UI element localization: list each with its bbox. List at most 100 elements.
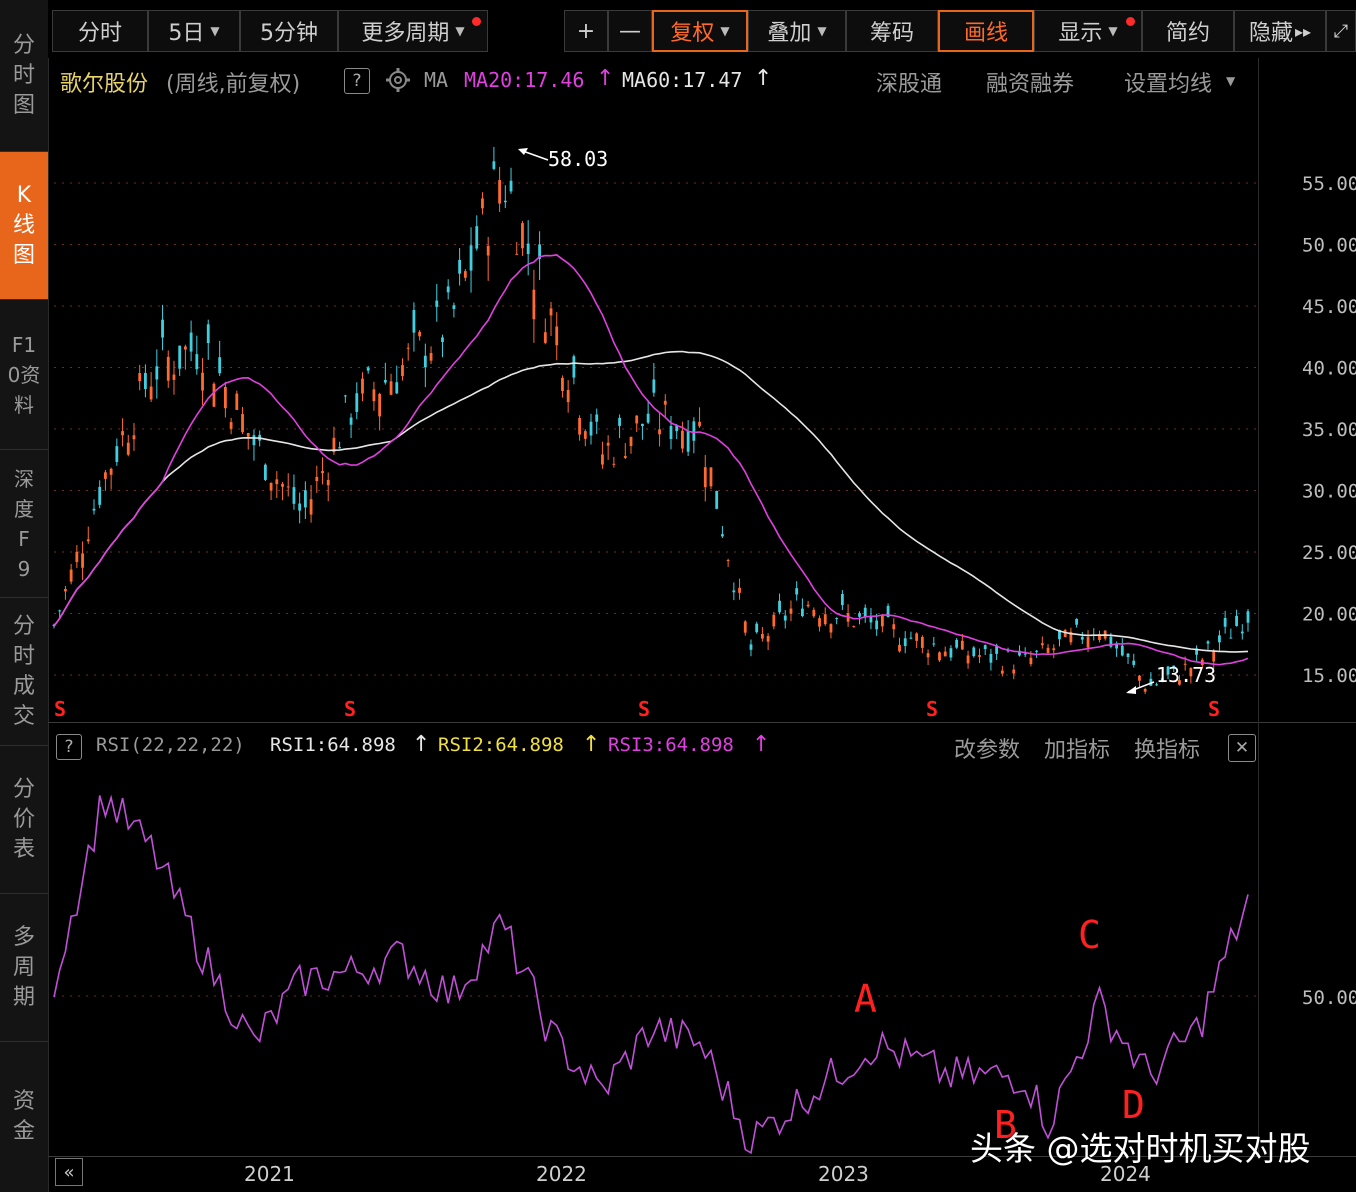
help-icon[interactable]: ? (344, 68, 370, 94)
link-ma-settings[interactable]: 设置均线 (1124, 66, 1212, 98)
display-button[interactable]: 显示 ▼ (1034, 10, 1142, 52)
candle-body (681, 430, 684, 449)
candle-body (698, 421, 701, 427)
marker-d: D (1122, 1083, 1145, 1127)
expand-icon[interactable]: ⤢ (1326, 10, 1356, 52)
tab-depth-f9[interactable]: 深度F9 (0, 450, 48, 598)
side-tab-bar: 分时图 K线图 F10资料 深度F9 分时成交 分价表 多周期 资金 (0, 0, 49, 1192)
tab-multi-period[interactable]: 多周期 (0, 894, 48, 1042)
candle-body (783, 615, 787, 621)
price-axis: 55.00 50.00 45.00 40.00 35.00 30.00 25.00 20.00… (1302, 173, 1356, 687)
ma-label: MA (424, 68, 449, 92)
gear-icon[interactable] (384, 66, 412, 94)
help-glyph: ? (64, 737, 74, 757)
tab-price-table[interactable]: 分价表 (0, 746, 48, 894)
hide-button[interactable]: 隐藏 ▸▸ (1234, 10, 1326, 52)
ma60-line (53, 350, 1249, 653)
candle-body (800, 608, 804, 617)
rsi-chart[interactable]: 50.00 A B C D (48, 768, 1356, 1156)
candle-body (212, 383, 216, 407)
candle-body (1132, 660, 1136, 665)
candle-body (606, 442, 610, 446)
candle-body (321, 471, 324, 474)
s-marker: S (1208, 697, 1220, 721)
candle-body (361, 378, 364, 394)
low-label: 13.73 (1156, 663, 1216, 687)
chips-button[interactable]: 筹码 (846, 10, 938, 52)
candle-body (663, 400, 667, 405)
candle-body (686, 430, 690, 452)
link-margin[interactable]: 融资融券 (986, 66, 1074, 98)
candle-body (521, 223, 524, 249)
close-icon[interactable]: ✕ (1228, 734, 1256, 762)
link-connect[interactable]: 深股通 (876, 66, 942, 98)
candle-body (372, 389, 376, 402)
candle-body (635, 415, 639, 424)
candle-body (989, 653, 993, 663)
price-tick-label: 45.00 (1302, 296, 1356, 318)
change-params-button[interactable]: 改参数 (954, 732, 1020, 764)
high-annotation: 58.03 (518, 147, 608, 171)
help-icon[interactable]: ? (56, 734, 82, 760)
candle-body (755, 623, 759, 633)
rsi3-value: RSI3:64.898 (608, 734, 734, 756)
tab-intraday[interactable]: 分时图 (0, 0, 48, 152)
candle-body (172, 374, 176, 380)
candle-body (715, 490, 719, 509)
candle-body (629, 436, 633, 447)
candle-body (926, 653, 930, 658)
candle-body (1029, 657, 1033, 665)
draw-line-button[interactable]: 画线 (938, 10, 1034, 52)
tab-f10[interactable]: F10资料 (0, 300, 48, 450)
expand-glyph: ⤢ (1333, 20, 1349, 42)
candle-body (292, 487, 296, 504)
candle-body (343, 395, 347, 397)
candle-body (1012, 669, 1016, 674)
candle-body (526, 243, 530, 255)
ma20-value: MA20:17.46 (464, 68, 585, 92)
add-indicator-button[interactable]: 加指标 (1044, 732, 1110, 764)
adjust-rights-button[interactable]: 复权 ▼ (652, 10, 748, 52)
candle-body (658, 429, 661, 435)
chevron-down-icon: ▼ (210, 24, 220, 38)
candle-body (486, 245, 490, 256)
period-5min-button[interactable]: 5分钟 (240, 10, 338, 52)
candle-body (938, 652, 941, 661)
scroll-left-button[interactable]: « (55, 1158, 83, 1186)
period-label: (周线,前复权) (166, 72, 301, 97)
kline-chart[interactable]: 55.00 50.00 45.00 40.00 35.00 30.00 25.00 20.00… (48, 102, 1356, 722)
period-intraday-button[interactable]: 分时 (52, 10, 148, 52)
candle-body (1040, 643, 1044, 646)
candle-body (641, 423, 644, 427)
candle-body (738, 587, 741, 593)
tab-kline[interactable]: K线图 (0, 152, 48, 300)
candle-body (469, 245, 473, 271)
candle-body (709, 467, 713, 487)
tab-intraday-trades[interactable]: 分时成交 (0, 598, 48, 746)
zoom-in-button[interactable]: + (564, 10, 608, 52)
tab-label: 多周期 (13, 924, 36, 1010)
candle-body (389, 381, 393, 395)
year-label: 2021 (244, 1162, 295, 1186)
up-arrow-icon: ↑ (596, 66, 615, 91)
tab-funds[interactable]: 资金 (0, 1042, 48, 1192)
overlay-button[interactable]: 叠加 ▼ (748, 10, 846, 52)
simple-mode-button[interactable]: 简约 (1142, 10, 1234, 52)
candle-body (109, 468, 113, 475)
price-tick-label: 40.00 (1302, 358, 1356, 380)
year-label: 2022 (536, 1162, 587, 1186)
candle-body (761, 634, 764, 639)
candle-body (281, 483, 284, 487)
ma60-value: MA60:17.47 (622, 68, 743, 92)
more-periods-button[interactable]: 更多周期 ▼ (338, 10, 488, 52)
candle-body (835, 618, 839, 620)
candle-body (1235, 615, 1238, 626)
candle-body (58, 610, 62, 612)
candle-body (1212, 651, 1216, 662)
period-5day-button[interactable]: 5日 ▼ (148, 10, 240, 52)
zoom-out-button[interactable]: — (608, 10, 652, 52)
candle-body (338, 447, 342, 449)
swap-indicator-button[interactable]: 换指标 (1134, 732, 1200, 764)
candle-body (235, 393, 239, 410)
candle-body (818, 618, 821, 627)
